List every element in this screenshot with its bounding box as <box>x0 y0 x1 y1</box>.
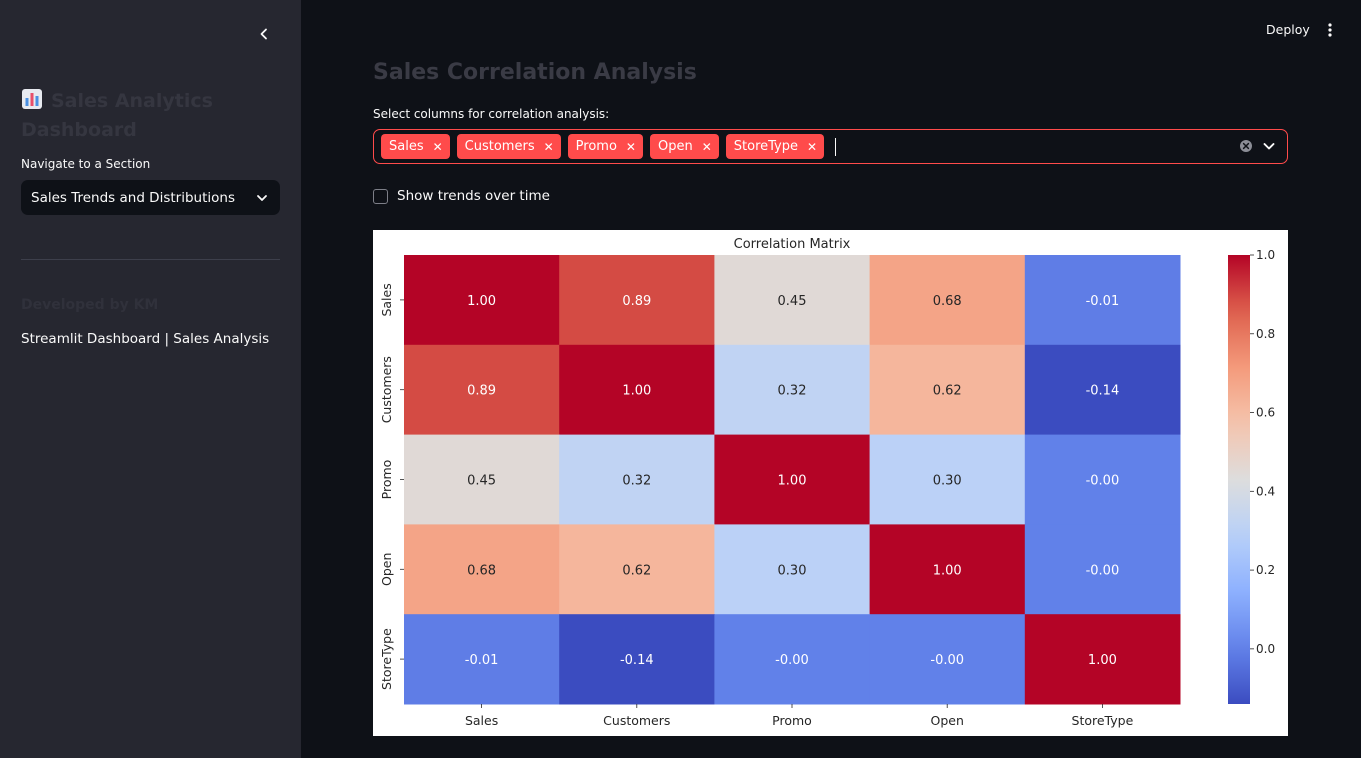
cell-annotation: 1.00 <box>778 474 807 489</box>
cell-annotation: 0.32 <box>622 474 651 489</box>
x-tick-label: StoreType <box>1072 713 1134 728</box>
heatmap-svg: Correlation Matrix 1.00 0.89 0.45 0.68 -0.01 0… <box>379 237 1275 728</box>
cell-annotation: 0.62 <box>622 563 651 578</box>
remove-tag-icon[interactable]: ✕ <box>544 140 554 154</box>
cell-annotation: -0.14 <box>620 653 654 668</box>
colorbar-tick-label: 0.0 <box>1256 642 1275 656</box>
tag-label: Open <box>657 139 693 154</box>
y-tick-label: Open <box>379 553 394 586</box>
column-tag[interactable]: Open ✕ <box>649 134 719 159</box>
x-tick-label: Open <box>931 713 964 728</box>
tag-label: StoreType <box>733 139 798 154</box>
tag-label: Customers <box>464 139 535 154</box>
nav-label: Navigate to a Section <box>21 157 151 171</box>
trends-checkbox[interactable]: Show trends over time <box>373 188 550 204</box>
cell-annotation: 0.89 <box>622 294 651 309</box>
section-select-value: Sales Trends and Distributions <box>31 189 235 206</box>
tag-label: Promo <box>575 139 617 154</box>
correlation-heatmap: Correlation Matrix 1.00 0.89 0.45 0.68 -0.01 0… <box>373 230 1288 736</box>
cell-annotation: -0.00 <box>1086 474 1120 489</box>
sidebar-divider <box>21 259 280 260</box>
colorbar-tick-label: 1.0 <box>1256 248 1275 262</box>
sidebar: Sales Analytics Dashboard Navigate to a … <box>0 0 301 758</box>
checkbox-label: Show trends over time <box>397 188 550 204</box>
chevron-left-icon <box>260 28 267 40</box>
chevron-down-icon[interactable] <box>1261 138 1277 154</box>
cell-annotation: 1.00 <box>622 384 651 399</box>
cell-annotation: -0.14 <box>1086 384 1120 399</box>
remove-tag-icon[interactable]: ✕ <box>433 140 443 154</box>
column-tag[interactable]: Sales ✕ <box>381 134 450 159</box>
y-tick-label: Promo <box>379 460 394 500</box>
cell-annotation: 0.30 <box>933 474 962 489</box>
developed-by-text: Developed by KM <box>21 297 159 313</box>
cell-annotation: 0.30 <box>778 563 807 578</box>
cell-annotation: 0.32 <box>778 384 807 399</box>
cell-annotation: -0.01 <box>465 653 499 668</box>
sidebar-title-text: Sales Analytics Dashboard <box>21 90 213 141</box>
x-tick-label: Promo <box>772 713 812 728</box>
colorbar <box>1228 255 1250 704</box>
y-tick-label: Sales <box>379 283 394 316</box>
y-tick-label: StoreType <box>379 628 394 690</box>
y-tick-label: Customers <box>379 356 394 423</box>
page-title: Sales Correlation Analysis <box>373 60 697 85</box>
column-tag[interactable]: Customers ✕ <box>456 134 561 159</box>
cell-annotation: 0.89 <box>467 384 496 399</box>
chevron-down-icon <box>257 194 267 201</box>
colorbar-tick-label: 0.8 <box>1256 327 1275 341</box>
remove-tag-icon[interactable]: ✕ <box>626 140 636 154</box>
colorbar-tick-label: 0.4 <box>1256 484 1275 498</box>
cell-annotation: -0.00 <box>775 653 809 668</box>
deploy-button[interactable]: Deploy <box>1262 20 1314 39</box>
cell-annotation: -0.00 <box>930 653 964 668</box>
cell-annotation: -0.01 <box>1086 294 1120 309</box>
column-tag[interactable]: StoreType ✕ <box>725 134 825 159</box>
remove-tag-icon[interactable]: ✕ <box>807 140 817 154</box>
cell-annotation: -0.00 <box>1086 563 1120 578</box>
main-menu-button[interactable] <box>1320 20 1340 40</box>
x-tick-label: Customers <box>603 713 670 728</box>
cell-annotation: 1.00 <box>467 294 496 309</box>
clear-all-icon[interactable] <box>1239 139 1253 153</box>
bar-chart-emoji-icon <box>21 88 43 117</box>
column-tag[interactable]: Promo ✕ <box>567 134 643 159</box>
colorbar-tick-label: 0.6 <box>1256 406 1275 420</box>
cell-annotation: 0.68 <box>933 294 962 309</box>
kebab-menu-icon <box>1328 23 1332 37</box>
checkbox-box[interactable] <box>373 188 388 204</box>
multiselect-label: Select columns for correlation analysis: <box>373 107 610 121</box>
colorbar-tick-label: 0.2 <box>1256 563 1275 577</box>
app-root: Sales Analytics Dashboard Navigate to a … <box>0 0 1361 758</box>
cell-annotation: 0.68 <box>467 563 496 578</box>
cell-annotation: 1.00 <box>933 563 962 578</box>
multiselect-controls <box>1239 138 1277 154</box>
cell-annotation: 0.62 <box>933 384 962 399</box>
tag-label: Sales <box>389 139 424 154</box>
text-caret <box>835 137 837 156</box>
remove-tag-icon[interactable]: ✕ <box>702 140 712 154</box>
x-tick-label: Sales <box>465 713 498 728</box>
sidebar-footer-text: Streamlit Dashboard | Sales Analysis <box>21 331 270 347</box>
cell-annotation: 0.45 <box>467 474 496 489</box>
columns-multiselect[interactable]: Sales ✕ Customers ✕ Promo ✕ Open ✕ StoreType… <box>373 129 1288 164</box>
chart-title: Correlation Matrix <box>734 237 851 252</box>
collapse-sidebar-button[interactable] <box>252 22 276 46</box>
sidebar-title: Sales Analytics Dashboard <box>21 88 251 143</box>
section-select[interactable]: Sales Trends and Distributions <box>21 180 280 215</box>
cell-annotation: 0.45 <box>778 294 807 309</box>
cell-annotation: 1.00 <box>1088 653 1117 668</box>
